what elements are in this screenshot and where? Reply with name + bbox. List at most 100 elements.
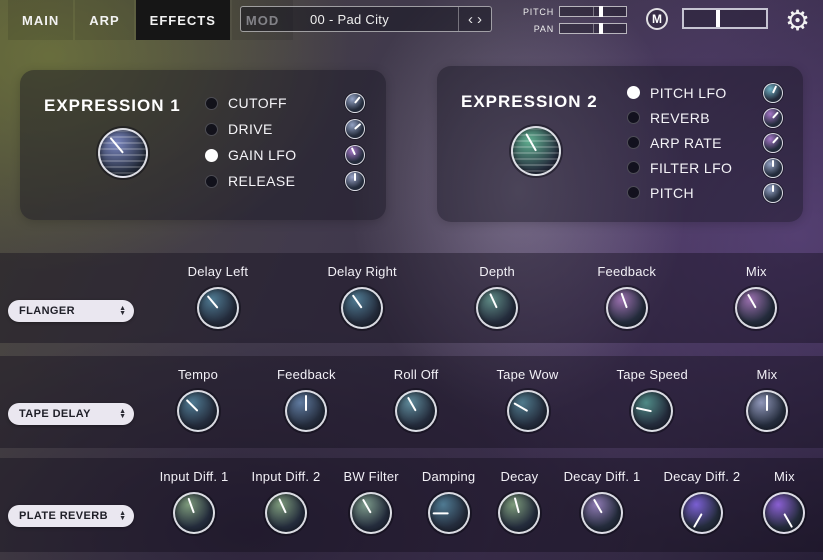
knob-pointer bbox=[693, 512, 703, 527]
knob-label: Input Diff. 1 bbox=[160, 469, 229, 484]
selector-arrows-icon: ▲▼ bbox=[119, 511, 126, 521]
knob-label: Delay Right bbox=[327, 264, 396, 279]
pitch-slider[interactable] bbox=[559, 6, 627, 17]
expression-2-panel: EXPRESSION 2 PITCH LFO REVERB ARP bbox=[437, 66, 803, 222]
knob-tape-speed[interactable] bbox=[631, 390, 673, 432]
knob-pointer bbox=[620, 292, 627, 308]
knob-pointer bbox=[525, 133, 537, 151]
pitch-slider-handle[interactable] bbox=[599, 6, 603, 17]
preset-prev-icon[interactable]: ‹ bbox=[466, 12, 475, 27]
pan-slider[interactable] bbox=[559, 23, 627, 34]
expression-1-knob[interactable] bbox=[98, 128, 148, 178]
preset-next-icon[interactable]: › bbox=[475, 12, 484, 27]
knob-bw-filter[interactable] bbox=[350, 492, 392, 534]
knob-cell: Decay Diff. 2 bbox=[664, 469, 741, 534]
knob-pointer bbox=[407, 396, 417, 411]
option-pitch-lfo: PITCH LFO bbox=[627, 80, 783, 105]
option-filter-lfo: FILTER LFO bbox=[627, 155, 783, 180]
fx-row-tape-delay: TAPE DELAY ▲▼ Tempo Feedback Roll Off bbox=[0, 356, 823, 448]
knob-pointer bbox=[514, 497, 520, 513]
mini-knob-cutoff[interactable] bbox=[345, 93, 365, 113]
knob-label: Feedback bbox=[277, 367, 336, 382]
knob-reverb-mix[interactable] bbox=[763, 492, 805, 534]
radio-release[interactable] bbox=[205, 175, 218, 188]
knob-tape-mix[interactable] bbox=[746, 390, 788, 432]
mini-knob-gain-lfo[interactable] bbox=[345, 145, 365, 165]
knob-cell: Decay Diff. 1 bbox=[564, 469, 641, 534]
radio-reverb[interactable] bbox=[627, 111, 640, 124]
knob-label: Feedback bbox=[597, 264, 656, 279]
knob-cell: Roll Off bbox=[394, 367, 439, 432]
knob-delay-right[interactable] bbox=[341, 287, 383, 329]
expression-2-options: PITCH LFO REVERB ARP RATE bbox=[627, 80, 783, 205]
knob-roll-off[interactable] bbox=[395, 390, 437, 432]
knob-flanger-mix[interactable] bbox=[735, 287, 777, 329]
option-label: ARP RATE bbox=[650, 135, 763, 151]
option-gain-lfo: GAIN LFO bbox=[205, 142, 365, 168]
knob-label: BW Filter bbox=[344, 469, 399, 484]
preset-selector[interactable]: 00 - Pad City ‹ › bbox=[240, 6, 492, 32]
option-reverb: REVERB bbox=[627, 105, 783, 130]
tab-main[interactable]: MAIN bbox=[8, 0, 73, 40]
mono-button[interactable]: M bbox=[646, 8, 668, 30]
knob-label: Decay Diff. 2 bbox=[664, 469, 741, 484]
top-bar: MAIN ARP EFFECTS MOD 00 - Pad City ‹ › P… bbox=[0, 0, 823, 40]
expression-2-title: EXPRESSION 2 bbox=[461, 92, 598, 112]
expression-2-knob[interactable] bbox=[511, 126, 561, 176]
knob-label: Tape Wow bbox=[496, 367, 558, 382]
knob-pointer bbox=[354, 123, 361, 129]
mini-knob-pitch-lfo[interactable] bbox=[763, 83, 783, 103]
option-label: RELEASE bbox=[228, 173, 345, 189]
mini-knob-pitch[interactable] bbox=[763, 183, 783, 203]
pitch-pan-group: PITCH PAN bbox=[518, 5, 627, 39]
plugin-window: MAIN ARP EFFECTS MOD 00 - Pad City ‹ › P… bbox=[0, 0, 823, 560]
knob-tape-wow[interactable] bbox=[507, 390, 549, 432]
knob-decay-diff-2[interactable] bbox=[681, 492, 723, 534]
knob-pointer bbox=[362, 498, 372, 513]
knob-pointer bbox=[110, 137, 124, 153]
knob-input-diff-1[interactable] bbox=[173, 492, 215, 534]
knob-decay-diff-1[interactable] bbox=[581, 492, 623, 534]
settings-gear-icon[interactable]: ⚙ bbox=[785, 2, 810, 40]
knob-tempo[interactable] bbox=[177, 390, 219, 432]
option-label: GAIN LFO bbox=[228, 147, 345, 163]
knob-input-diff-2[interactable] bbox=[265, 492, 307, 534]
mini-knob-drive[interactable] bbox=[345, 119, 365, 139]
master-volume-slider[interactable] bbox=[682, 8, 768, 29]
radio-pitch[interactable] bbox=[627, 186, 640, 199]
knob-pointer bbox=[354, 97, 360, 104]
knob-decay[interactable] bbox=[498, 492, 540, 534]
master-volume-handle[interactable] bbox=[716, 10, 720, 27]
option-label: PITCH bbox=[650, 185, 763, 201]
mini-knob-reverb[interactable] bbox=[763, 108, 783, 128]
option-label: REVERB bbox=[650, 110, 763, 126]
radio-arp-rate[interactable] bbox=[627, 136, 640, 149]
radio-gain-lfo[interactable] bbox=[205, 149, 218, 162]
tape-delay-knobs: Tempo Feedback Roll Off Tape Wow bbox=[148, 356, 817, 459]
pan-slider-handle[interactable] bbox=[599, 23, 603, 34]
flanger-effect-selector[interactable]: FLANGER ▲▼ bbox=[8, 300, 134, 322]
expression-1-title: EXPRESSION 1 bbox=[44, 96, 181, 116]
radio-drive[interactable] bbox=[205, 123, 218, 136]
knob-damping[interactable] bbox=[428, 492, 470, 534]
flanger-knobs: Delay Left Delay Right Depth Feedback bbox=[148, 253, 817, 354]
knob-label: Mix bbox=[746, 264, 767, 279]
mini-knob-arp-rate[interactable] bbox=[763, 133, 783, 153]
tab-effects[interactable]: EFFECTS bbox=[136, 0, 230, 40]
tape-delay-effect-selector[interactable]: TAPE DELAY ▲▼ bbox=[8, 403, 134, 425]
knob-label: Decay Diff. 1 bbox=[564, 469, 641, 484]
knob-cell: Delay Left bbox=[188, 264, 249, 329]
plate-reverb-effect-selector[interactable]: PLATE REVERB ▲▼ bbox=[8, 505, 134, 527]
tab-arp[interactable]: ARP bbox=[75, 0, 133, 40]
radio-pitch-lfo[interactable] bbox=[627, 86, 640, 99]
knob-delay-left[interactable] bbox=[197, 287, 239, 329]
radio-filter-lfo[interactable] bbox=[627, 161, 640, 174]
knob-tape-feedback[interactable] bbox=[285, 390, 327, 432]
knob-cell: BW Filter bbox=[344, 469, 399, 534]
radio-cutoff[interactable] bbox=[205, 97, 218, 110]
knob-depth[interactable] bbox=[476, 287, 518, 329]
mini-knob-release[interactable] bbox=[345, 171, 365, 191]
knob-flanger-feedback[interactable] bbox=[606, 287, 648, 329]
knob-pointer bbox=[747, 293, 757, 308]
mini-knob-filter-lfo[interactable] bbox=[763, 158, 783, 178]
